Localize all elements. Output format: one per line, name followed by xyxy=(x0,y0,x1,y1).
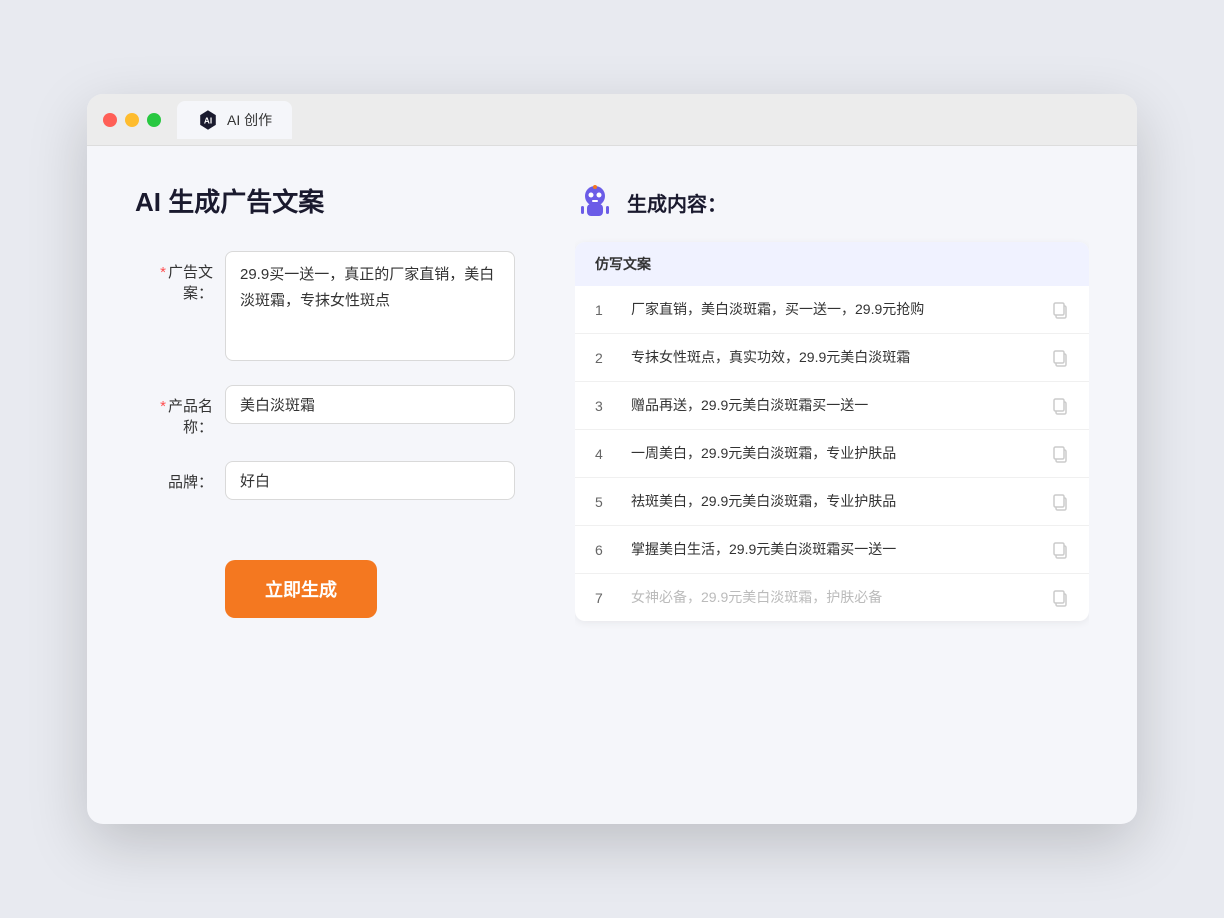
table-row: 7 女神必备，29.9元美白淡斑霜，护肤必备 xyxy=(575,574,1089,621)
row-number: 2 xyxy=(595,350,615,366)
generate-button[interactable]: 立即生成 xyxy=(225,560,377,618)
result-table: 仿写文案 1 厂家直销，美白淡斑霜，买一送一，29.9元抢购 2 专抹女性斑点，… xyxy=(575,242,1089,621)
row-number: 5 xyxy=(595,494,615,510)
content-area: AI 生成广告文案 *广告文案： *产品名称： 品牌： 立 xyxy=(87,146,1137,824)
brand-row: 品牌： xyxy=(135,461,515,500)
right-panel: 生成内容： 仿写文案 1 厂家直销，美白淡斑霜，买一送一，29.9元抢购 2 专… xyxy=(575,182,1089,788)
close-button[interactable] xyxy=(103,113,117,127)
product-name-label: *产品名称： xyxy=(135,385,225,437)
left-panel: AI 生成广告文案 *广告文案： *产品名称： 品牌： 立 xyxy=(135,182,515,788)
result-header: 生成内容： xyxy=(575,182,1089,222)
table-row: 3 赠品再送，29.9元美白淡斑霜买一送一 xyxy=(575,382,1089,430)
table-row: 2 专抹女性斑点，真实功效，29.9元美白淡斑霜 xyxy=(575,334,1089,382)
required-star-2: * xyxy=(160,398,166,415)
maximize-button[interactable] xyxy=(147,113,161,127)
minimize-button[interactable] xyxy=(125,113,139,127)
product-name-row: *产品名称： xyxy=(135,385,515,437)
product-name-input[interactable] xyxy=(225,385,515,424)
ad-copy-row: *广告文案： xyxy=(135,251,515,361)
table-row: 4 一周美白，29.9元美白淡斑霜，专业护肤品 xyxy=(575,430,1089,478)
copy-icon[interactable] xyxy=(1051,397,1069,415)
copy-icon[interactable] xyxy=(1051,589,1069,607)
ad-copy-input[interactable] xyxy=(225,251,515,361)
required-star-1: * xyxy=(160,264,166,281)
row-text: 赠品再送，29.9元美白淡斑霜买一送一 xyxy=(631,395,1035,416)
row-text: 祛斑美白，29.9元美白淡斑霜，专业护肤品 xyxy=(631,491,1035,512)
table-row: 5 祛斑美白，29.9元美白淡斑霜，专业护肤品 xyxy=(575,478,1089,526)
row-number: 1 xyxy=(595,302,615,318)
browser-window: AI AI 创作 AI 生成广告文案 *广告文案： *产品名称： xyxy=(87,94,1137,824)
row-number: 4 xyxy=(595,446,615,462)
copy-icon[interactable] xyxy=(1051,445,1069,463)
titlebar: AI AI 创作 xyxy=(87,94,1137,146)
row-text: 专抹女性斑点，真实功效，29.9元美白淡斑霜 xyxy=(631,347,1035,368)
row-text: 掌握美白生活，29.9元美白淡斑霜买一送一 xyxy=(631,539,1035,560)
copy-icon[interactable] xyxy=(1051,301,1069,319)
row-text: 厂家直销，美白淡斑霜，买一送一，29.9元抢购 xyxy=(631,299,1035,320)
table-header: 仿写文案 xyxy=(575,242,1089,286)
brand-label: 品牌： xyxy=(135,461,225,492)
row-text: 女神必备，29.9元美白淡斑霜，护肤必备 xyxy=(631,587,1035,608)
svg-text:AI: AI xyxy=(204,116,212,125)
copy-icon[interactable] xyxy=(1051,541,1069,559)
ai-tab[interactable]: AI AI 创作 xyxy=(177,101,292,139)
tab-label: AI 创作 xyxy=(227,110,272,130)
ai-icon: AI xyxy=(197,109,219,131)
page-title: AI 生成广告文案 xyxy=(135,182,515,219)
row-number: 3 xyxy=(595,398,615,414)
row-number: 7 xyxy=(595,590,615,606)
table-row: 6 掌握美白生活，29.9元美白淡斑霜买一送一 xyxy=(575,526,1089,574)
copy-icon[interactable] xyxy=(1051,349,1069,367)
traffic-lights xyxy=(103,113,161,127)
row-number: 6 xyxy=(595,542,615,558)
brand-input[interactable] xyxy=(225,461,515,500)
result-title: 生成内容： xyxy=(627,188,727,217)
copy-icon[interactable] xyxy=(1051,493,1069,511)
robot-icon xyxy=(575,182,615,222)
row-text: 一周美白，29.9元美白淡斑霜，专业护肤品 xyxy=(631,443,1035,464)
table-row: 1 厂家直销，美白淡斑霜，买一送一，29.9元抢购 xyxy=(575,286,1089,334)
ad-copy-label: *广告文案： xyxy=(135,251,225,303)
